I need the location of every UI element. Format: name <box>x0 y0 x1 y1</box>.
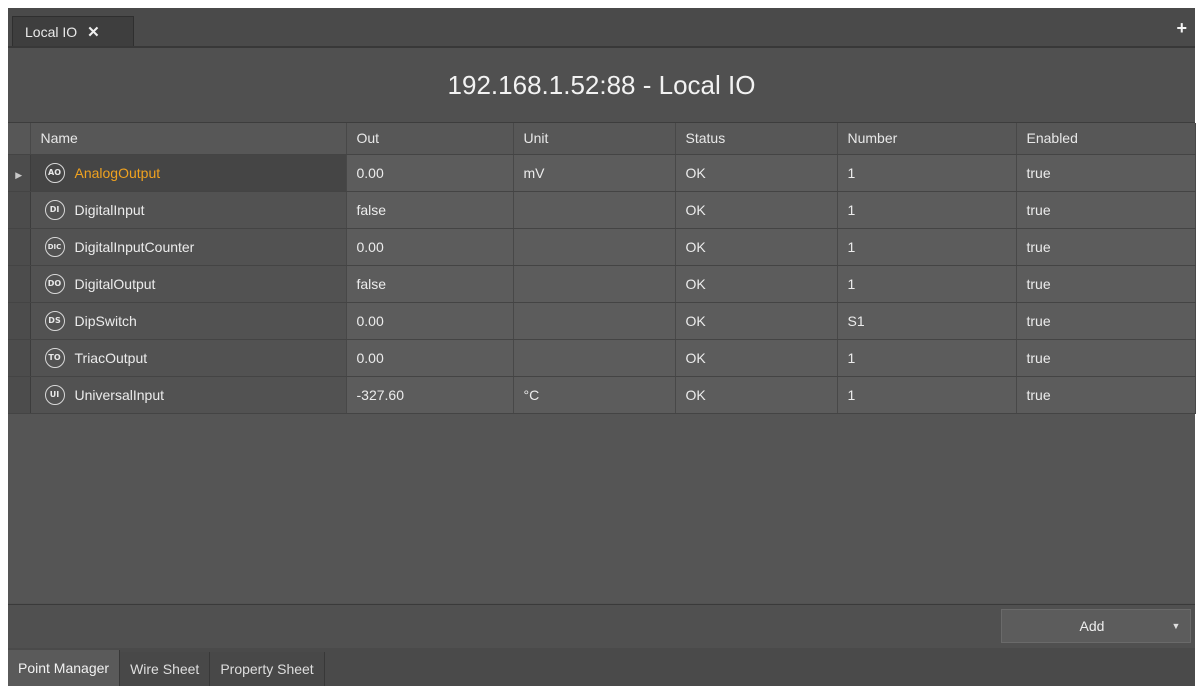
column-header-out[interactable]: Out <box>346 123 514 155</box>
out-cell[interactable]: 0.00 <box>346 339 514 377</box>
number-cell[interactable]: 1 <box>837 265 1017 303</box>
name-cell[interactable]: DI DigitalInput <box>30 191 347 229</box>
table-row[interactable]: DS DipSwitch 0.00 OK S1 true <box>8 302 1196 340</box>
points-table-container: Name Out Unit Status Number Enabled ▶ AO… <box>8 122 1196 603</box>
point-name: DipSwitch <box>74 312 137 329</box>
number-cell[interactable]: 1 <box>837 191 1017 229</box>
tab-local-io[interactable]: Local IO ✕ <box>12 16 134 46</box>
number-cell[interactable]: 1 <box>837 376 1017 414</box>
add-button[interactable]: Add ▼ <box>1001 609 1191 643</box>
out-cell[interactable]: false <box>346 191 514 229</box>
point-name: DigitalOutput <box>74 275 156 292</box>
point-name: DigitalInputCounter <box>74 238 195 255</box>
unit-cell[interactable]: mV <box>513 154 676 192</box>
chevron-down-icon[interactable]: ▼ <box>1162 621 1190 631</box>
row-selector[interactable] <box>8 339 31 377</box>
row-selector[interactable] <box>8 302 31 340</box>
out-cell[interactable]: -327.60 <box>346 376 514 414</box>
table-header-row: Name Out Unit Status Number Enabled <box>8 123 1196 155</box>
tab-wire-sheet[interactable]: Wire Sheet <box>120 652 211 686</box>
row-selector[interactable] <box>8 191 31 229</box>
view-tabs: Point Manager Wire Sheet Property Sheet <box>8 648 1195 686</box>
universal-input-icon: UI <box>44 384 65 405</box>
enabled-cell[interactable]: true <box>1016 302 1196 340</box>
tab-point-manager[interactable]: Point Manager <box>8 650 121 686</box>
table-row[interactable]: TO TriacOutput 0.00 OK 1 true <box>8 339 1196 377</box>
row-selector[interactable] <box>8 228 31 266</box>
name-cell[interactable]: DO DigitalOutput <box>30 265 347 303</box>
out-cell[interactable]: 0.00 <box>346 228 514 266</box>
table-row[interactable]: DIC DigitalInputCounter 0.00 OK 1 true <box>8 228 1196 266</box>
triac-output-icon: TO <box>44 347 65 368</box>
document-tabstrip: Local IO ✕ + <box>8 8 1195 48</box>
page-title: 192.168.1.52:88 - Local IO <box>8 48 1195 122</box>
enabled-cell[interactable]: true <box>1016 265 1196 303</box>
enabled-cell[interactable]: true <box>1016 154 1196 192</box>
unit-cell[interactable] <box>513 265 676 303</box>
action-bar: Add ▼ <box>8 604 1195 649</box>
status-cell[interactable]: OK <box>675 265 838 303</box>
row-header-column <box>8 123 31 155</box>
number-cell[interactable]: 1 <box>837 339 1017 377</box>
enabled-cell[interactable]: true <box>1016 339 1196 377</box>
table-row[interactable]: DO DigitalOutput false OK 1 true <box>8 265 1196 303</box>
status-cell[interactable]: OK <box>675 376 838 414</box>
enabled-cell[interactable]: true <box>1016 376 1196 414</box>
tab-local-io-label: Local IO <box>25 23 78 40</box>
table-row[interactable]: UI UniversalInput -327.60 °C OK 1 true <box>8 376 1196 414</box>
status-cell[interactable]: OK <box>675 191 838 229</box>
out-cell[interactable]: 0.00 <box>346 154 514 192</box>
point-name: DigitalInput <box>74 201 145 218</box>
digital-input-icon: DI <box>44 199 65 220</box>
add-button-label: Add <box>1079 618 1105 634</box>
status-cell[interactable]: OK <box>675 154 838 192</box>
name-cell[interactable]: DIC DigitalInputCounter <box>30 228 347 266</box>
number-cell[interactable]: 1 <box>837 154 1017 192</box>
digital-input-counter-icon: DIC <box>44 236 65 257</box>
row-selector[interactable] <box>8 376 31 414</box>
unit-cell[interactable] <box>513 339 676 377</box>
number-cell[interactable]: 1 <box>837 228 1017 266</box>
column-header-status[interactable]: Status <box>675 123 838 155</box>
point-name: TriacOutput <box>74 349 148 366</box>
out-cell[interactable]: false <box>346 265 514 303</box>
row-selected-arrow-icon: ▶ <box>15 169 23 180</box>
unit-cell[interactable]: °C <box>513 376 676 414</box>
table-row[interactable]: DI DigitalInput false OK 1 true <box>8 191 1196 229</box>
column-header-unit[interactable]: Unit <box>513 123 676 155</box>
unit-cell[interactable] <box>513 228 676 266</box>
unit-cell[interactable] <box>513 302 676 340</box>
status-cell[interactable]: OK <box>675 302 838 340</box>
table-row[interactable]: ▶ AO AnalogOutput 0.00 mV OK 1 true <box>8 154 1196 192</box>
column-header-number[interactable]: Number <box>837 123 1017 155</box>
column-header-enabled[interactable]: Enabled <box>1016 123 1196 155</box>
points-table: Name Out Unit Status Number Enabled ▶ AO… <box>8 123 1196 414</box>
status-cell[interactable]: OK <box>675 228 838 266</box>
enabled-cell[interactable]: true <box>1016 191 1196 229</box>
digital-output-icon: DO <box>44 273 65 294</box>
unit-cell[interactable] <box>513 191 676 229</box>
close-icon[interactable]: ✕ <box>87 23 100 41</box>
dip-switch-icon: DS <box>44 310 65 331</box>
out-cell[interactable]: 0.00 <box>346 302 514 340</box>
point-name: AnalogOutput <box>74 164 161 181</box>
name-cell[interactable]: TO TriacOutput <box>30 339 347 377</box>
status-cell[interactable]: OK <box>675 339 838 377</box>
name-cell[interactable]: UI UniversalInput <box>30 376 347 414</box>
row-selector[interactable]: ▶ <box>8 154 31 192</box>
analog-output-icon: AO <box>44 162 65 183</box>
enabled-cell[interactable]: true <box>1016 228 1196 266</box>
point-name: UniversalInput <box>74 386 165 403</box>
local-io-window: Local IO ✕ + 192.168.1.52:88 - Local IO … <box>8 8 1196 686</box>
name-cell[interactable]: AO AnalogOutput <box>30 154 347 192</box>
number-cell[interactable]: S1 <box>837 302 1017 340</box>
plus-icon[interactable]: + <box>1176 18 1187 39</box>
name-cell[interactable]: DS DipSwitch <box>30 302 347 340</box>
tab-property-sheet[interactable]: Property Sheet <box>210 652 325 686</box>
column-header-name[interactable]: Name <box>30 123 347 155</box>
row-selector[interactable] <box>8 265 31 303</box>
